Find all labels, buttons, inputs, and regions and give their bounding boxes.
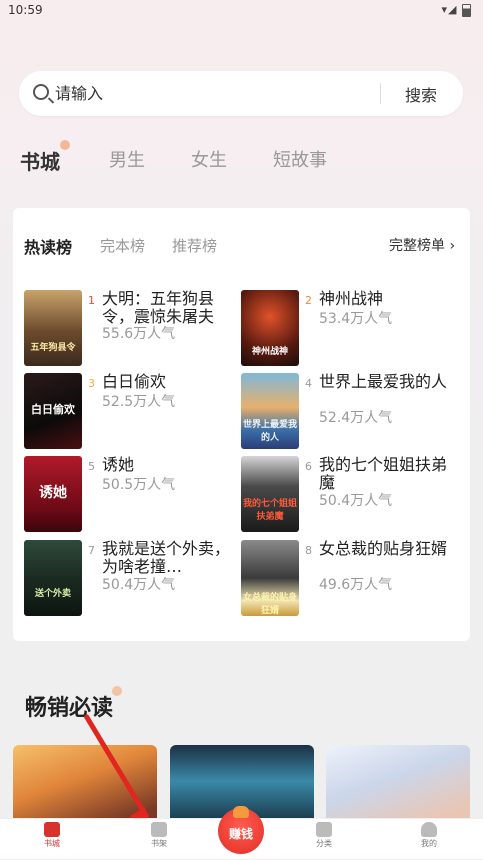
book-popularity-2: 53.4万人气 — [319, 311, 393, 327]
status-time: 10:59 — [8, 3, 43, 17]
tab-male[interactable]: 男生 — [109, 146, 145, 172]
rank-number-1: 1 — [88, 294, 95, 307]
cover-text-7: 送个外卖 — [34, 589, 71, 599]
full-list-link[interactable]: 完整榜单 › — [389, 235, 455, 255]
earn-label: 赚钱 — [228, 827, 253, 841]
book-title-4: 世界上最爱我的人 — [319, 373, 448, 391]
rank-number-6: 6 — [305, 460, 312, 473]
bookshelf-icon — [151, 822, 167, 837]
search-input[interactable] — [55, 80, 355, 106]
book-cover-1: 五年狗县令 — [24, 290, 82, 366]
book-popularity-3: 52.5万人气 — [102, 394, 176, 410]
book-cover-5: 诱她 — [24, 456, 82, 532]
book-item-5[interactable]: 诱她 5 诱她 50.5万人气 — [24, 456, 239, 534]
full-list-label: 完整榜单 — [389, 238, 445, 254]
rank-tab-hot[interactable]: 热读榜 — [24, 234, 72, 258]
book-item-2[interactable]: 神州战神 2 神州战神 53.4万人气 — [241, 290, 456, 368]
bestseller-title: 畅销必读 — [25, 696, 114, 721]
cover-text-5: 诱她 — [39, 485, 67, 501]
book-popularity-8: 49.6万人气 — [319, 577, 393, 593]
book-cover-3: 白日偷欢 — [24, 373, 82, 449]
wifi-signal-icon: ▾◢ — [441, 3, 458, 16]
rank-number-3: 3 — [88, 377, 95, 390]
rank-number-5: 5 — [88, 460, 95, 473]
nav-profile[interactable]: 我的 — [399, 820, 459, 849]
tab-short-story[interactable]: 短故事 — [273, 146, 327, 172]
nav-label-bookstore: 书城 — [44, 839, 60, 848]
money-bag-icon — [233, 806, 249, 818]
book-title-8: 女总裁的贴身狂婿 — [319, 540, 448, 558]
book-title-1: 大明：五年狗县令，震惊朱屠夫 — [102, 290, 215, 326]
status-icons: ▾◢ — [442, 3, 471, 17]
book-popularity-7: 50.4万人气 — [102, 577, 176, 593]
book-cover-6: 我的七个姐姐扶弟魔 — [241, 456, 299, 532]
book-item-1[interactable]: 五年狗县令 1 大明：五年狗县令，震惊朱屠夫 55.6万人气 — [24, 290, 239, 368]
search-icon — [33, 84, 49, 100]
nav-label-category: 分类 — [316, 839, 332, 848]
book-title-7: 我就是送个外卖，为啥老撞… — [102, 540, 231, 576]
book-cover-2: 神州战神 — [241, 290, 299, 366]
earn-money-button[interactable]: 赚钱 — [218, 806, 264, 854]
book-item-8[interactable]: 女总裁的贴身狂婿 8 女总裁的贴身狂婿 49.6万人气 — [241, 540, 456, 618]
book-popularity-6: 50.4万人气 — [319, 493, 393, 509]
book-item-4[interactable]: 世界上最爱我的人 4 世界上最爱我的人 52.4万人气 — [241, 373, 456, 451]
search-button[interactable]: 搜索 — [405, 82, 437, 106]
nav-bookshelf[interactable]: 书架 — [129, 820, 189, 849]
book-popularity-4: 52.4万人气 — [319, 410, 393, 426]
chevron-right-icon: › — [445, 238, 456, 254]
nav-category[interactable]: 分类 — [294, 820, 354, 849]
search-divider — [380, 83, 381, 104]
tab-bookstore[interactable]: 书城 — [20, 146, 60, 175]
category-icon — [316, 822, 332, 837]
nav-label-profile: 我的 — [421, 839, 437, 848]
nav-label-bookshelf: 书架 — [151, 839, 167, 848]
nav-bookstore[interactable]: 书城 — [22, 820, 82, 849]
bookstore-icon — [44, 822, 60, 837]
rank-number-2: 2 — [305, 294, 312, 307]
profile-icon — [421, 822, 437, 837]
book-title-2: 神州战神 — [319, 290, 384, 308]
cover-text-1: 五年狗县令 — [30, 343, 76, 353]
cover-text-3: 白日偷欢 — [31, 403, 75, 416]
tab-indicator-dot — [60, 140, 70, 150]
section-title-dot — [112, 686, 122, 696]
book-popularity-5: 50.5万人气 — [102, 477, 176, 493]
cover-text-4: 世界上最爱我的人 — [242, 420, 297, 443]
rank-tab-recommended[interactable]: 推荐榜 — [172, 235, 217, 256]
tab-female[interactable]: 女生 — [191, 146, 227, 172]
cover-text-6: 我的七个姐姐扶弟魔 — [242, 499, 297, 522]
book-title-5: 诱她 — [102, 456, 135, 474]
book-title-3: 白日偷欢 — [102, 373, 167, 391]
search-bar[interactable]: 搜索 — [19, 71, 463, 116]
cover-text-2: 神州战神 — [251, 347, 288, 357]
rank-number-4: 4 — [305, 377, 312, 390]
book-item-7[interactable]: 送个外卖 7 我就是送个外卖，为啥老撞… 50.4万人气 — [24, 540, 239, 618]
book-popularity-1: 55.6万人气 — [102, 326, 176, 342]
rank-tab-finished[interactable]: 完本榜 — [100, 235, 145, 256]
book-title-6: 我的七个姐姐扶弟魔 — [319, 456, 448, 492]
book-item-3[interactable]: 白日偷欢 3 白日偷欢 52.5万人气 — [24, 373, 239, 451]
book-item-6[interactable]: 我的七个姐姐扶弟魔 6 我的七个姐姐扶弟魔 50.4万人气 — [241, 456, 456, 534]
rank-number-8: 8 — [305, 544, 312, 557]
rank-number-7: 7 — [88, 544, 95, 557]
book-cover-7: 送个外卖 — [24, 540, 82, 616]
book-cover-4: 世界上最爱我的人 — [241, 373, 299, 449]
battery-icon — [462, 3, 471, 17]
cover-text-8: 女总裁的贴身狂婿 — [242, 593, 297, 616]
book-cover-8: 女总裁的贴身狂婿 — [241, 540, 299, 616]
